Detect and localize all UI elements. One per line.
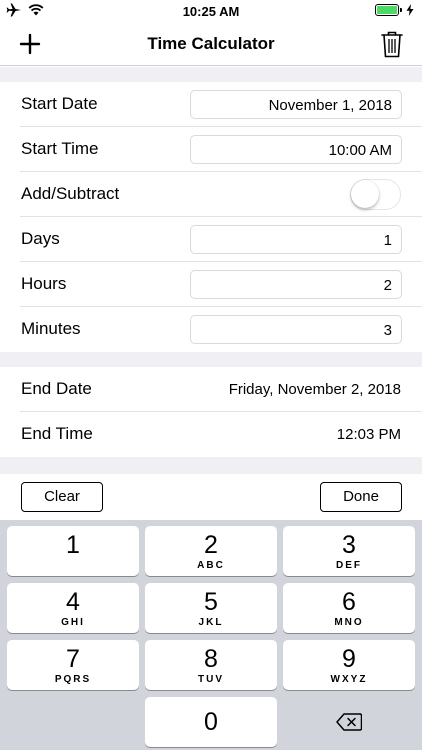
keyboard-accessory-bar: Clear Done: [0, 474, 422, 520]
status-bar: 10:25 AM: [0, 0, 422, 22]
end-time-label: End Time: [21, 424, 93, 443]
key-4[interactable]: 4 GHI: [7, 583, 139, 633]
end-date-label: End Date: [21, 379, 92, 398]
key-2[interactable]: 2 ABC: [145, 526, 277, 576]
end-time-row: End Time 12:03 PM: [20, 412, 422, 457]
add-subtract-toggle[interactable]: [350, 179, 401, 210]
number-keypad: 1 2 ABC 3 DEF 4 GHI 5 JKL 6 MNO 7 PQRS 8…: [0, 520, 422, 750]
trash-icon[interactable]: [380, 30, 404, 58]
start-date-field[interactable]: November 1, 2018: [190, 90, 402, 119]
end-date-row: End Date Friday, November 2, 2018: [20, 367, 422, 412]
section-gap: [0, 352, 422, 367]
toggle-knob: [351, 180, 379, 208]
start-date-label: Start Date: [21, 94, 98, 113]
result-section: End Date Friday, November 2, 2018 End Ti…: [0, 367, 422, 457]
hours-label: Hours: [21, 274, 67, 293]
section-gap: [0, 67, 422, 82]
days-label: Days: [21, 229, 60, 248]
done-button[interactable]: Done: [320, 482, 402, 512]
minutes-row: Minutes 3: [20, 307, 422, 352]
section-gap: [0, 457, 422, 474]
backspace-icon: [336, 713, 363, 731]
clear-button[interactable]: Clear: [21, 482, 103, 512]
key-7[interactable]: 7 PQRS: [7, 640, 139, 690]
key-8[interactable]: 8 TUV: [145, 640, 277, 690]
nav-bar: Time Calculator: [0, 22, 422, 66]
minutes-label: Minutes: [21, 319, 81, 338]
status-right: [375, 4, 414, 16]
battery-icon: [375, 4, 402, 16]
delete-key[interactable]: [283, 697, 415, 747]
add-subtract-row: Add/Subtract: [20, 172, 422, 217]
key-0[interactable]: 0: [145, 697, 277, 747]
key-6[interactable]: 6 MNO: [283, 583, 415, 633]
start-date-row: Start Date November 1, 2018: [20, 82, 422, 127]
status-time: 10:25 AM: [182, 4, 240, 19]
key-3[interactable]: 3 DEF: [283, 526, 415, 576]
hours-field[interactable]: 2: [190, 270, 402, 299]
page-title: Time Calculator: [147, 34, 275, 53]
days-field[interactable]: 1: [190, 225, 402, 254]
add-subtract-label: Add/Subtract: [21, 184, 120, 203]
charging-icon: [406, 4, 414, 16]
end-date-value: Friday, November 2, 2018: [228, 381, 401, 398]
key-5[interactable]: 5 JKL: [145, 583, 277, 633]
end-time-value: 12:03 PM: [336, 426, 401, 443]
days-row: Days 1: [20, 217, 422, 262]
hours-row: Hours 2: [20, 262, 422, 307]
key-9[interactable]: 9 WXYZ: [283, 640, 415, 690]
start-time-field[interactable]: 10:00 AM: [190, 135, 402, 164]
start-time-row: Start Time 10:00 AM: [20, 127, 422, 172]
minutes-field[interactable]: 3: [190, 315, 402, 344]
key-1[interactable]: 1: [7, 526, 139, 576]
input-section: Start Date November 1, 2018 Start Time 1…: [0, 82, 422, 352]
start-time-label: Start Time: [21, 139, 99, 158]
